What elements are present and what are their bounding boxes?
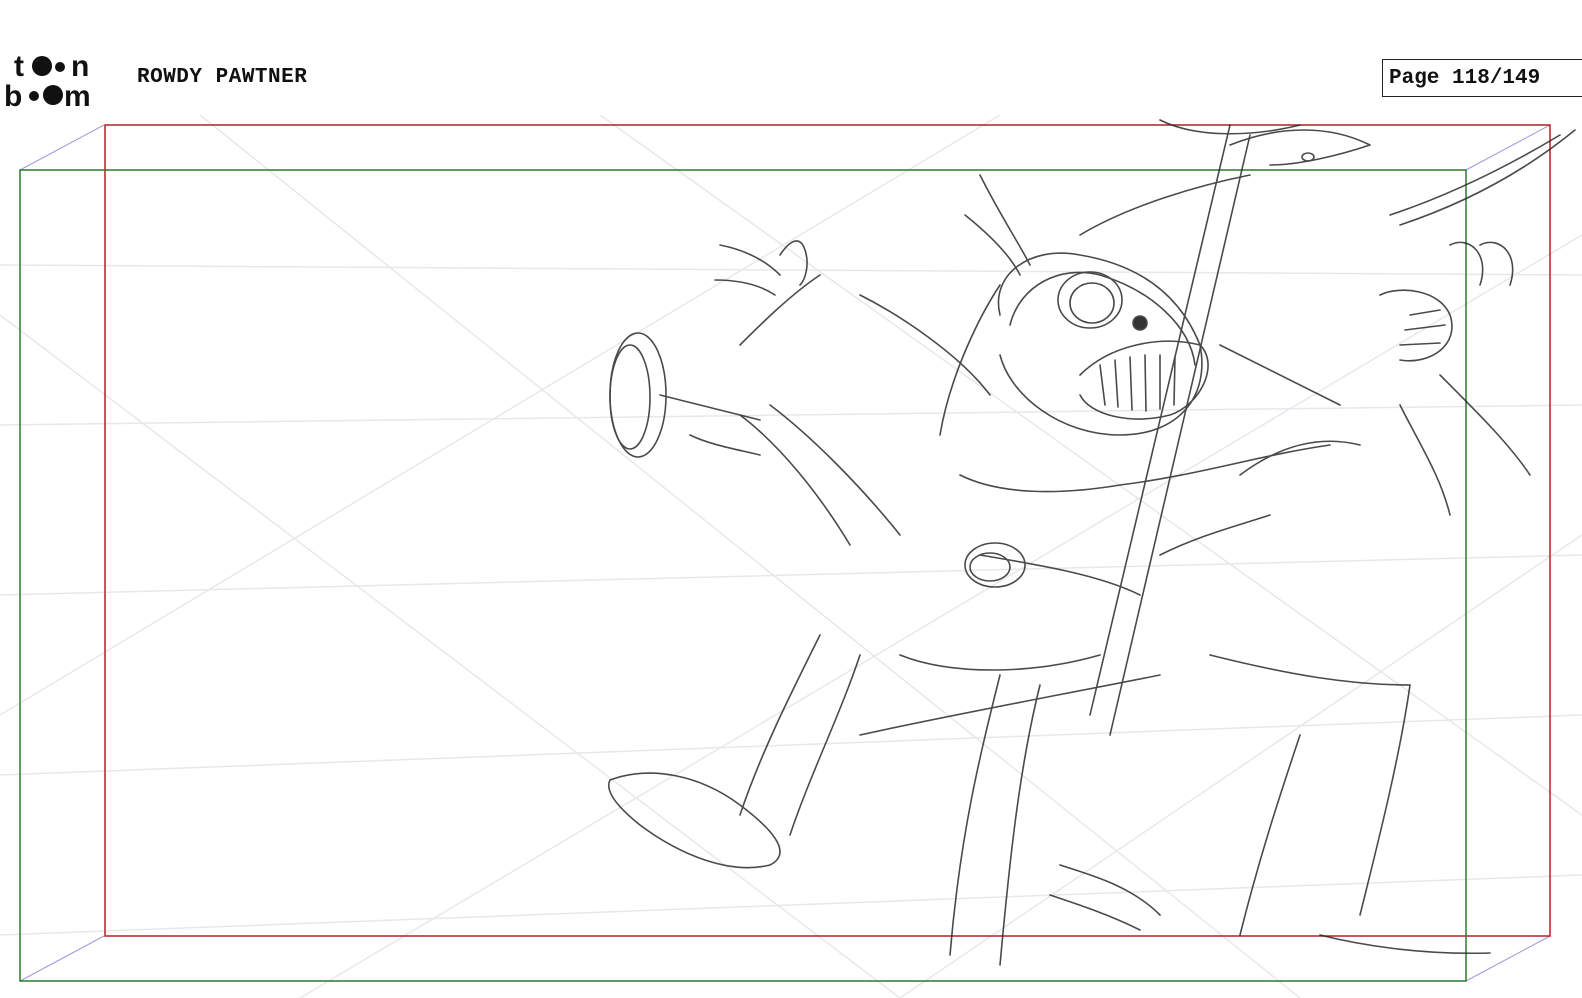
camera-field-frame: [104, 124, 1551, 937]
page-counter: Page 118/149: [1382, 59, 1582, 97]
svg-text:m: m: [64, 80, 91, 110]
svg-text:b: b: [4, 80, 22, 110]
panel-drawing: [0, 115, 1582, 998]
perspective-grid: [0, 115, 1582, 998]
toon-boom-logo: t n b m: [4, 50, 118, 113]
storyboard-panel: [0, 115, 1582, 998]
svg-text:n: n: [71, 50, 89, 83]
character-sketch: [608, 119, 1576, 966]
svg-text:t: t: [14, 50, 24, 83]
project-title: ROWDY PAWTNER: [137, 66, 308, 89]
frame-perspective-guides: [19, 124, 1551, 982]
